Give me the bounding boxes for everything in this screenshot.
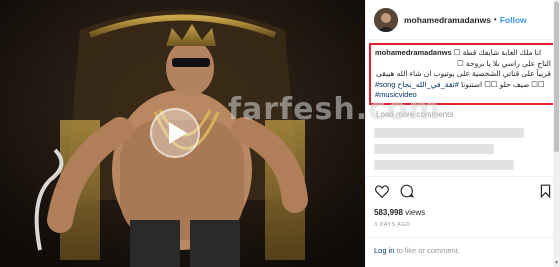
- caption-line-1: mohamedramadanws انا ملك الغابة شايفك قط…: [375, 48, 551, 59]
- scrollbar-thumb[interactable]: [554, 2, 559, 152]
- blurred-comment: [374, 160, 514, 170]
- heart-icon[interactable]: [374, 184, 389, 199]
- post-header: mohamedramadanws • Follow: [366, 0, 560, 40]
- caption-line-4: #song ☐☐ صيف حلو ☐☐ استنونا #ثقة_في_الله…: [375, 80, 551, 91]
- caption-text-2: التاج على راسي بلا يا بروجة ☐: [457, 58, 551, 68]
- scroll-down-icon[interactable]: ▼: [553, 260, 560, 267]
- view-count-number: 583,998: [374, 208, 403, 217]
- post-sidebar: mohamedramadanws • Follow mohamedramadan…: [365, 0, 560, 267]
- caption-text-1: انا ملك الغابة شايفك قطة ☐: [453, 48, 542, 57]
- view-count-label: views: [405, 208, 426, 217]
- post-video[interactable]: [0, 0, 365, 267]
- login-text: to like or comment.: [396, 246, 460, 255]
- hashtag-musicvideo[interactable]: #musicvideo: [375, 90, 417, 99]
- separator-dot: •: [493, 15, 497, 24]
- caption-username[interactable]: mohamedramadanws: [375, 48, 452, 57]
- caption-line-2: التاج على راسي بلا يا بروجة ☐: [375, 59, 551, 70]
- action-icons: [374, 183, 553, 199]
- post-timestamp: 3 DAYS AGO: [374, 222, 411, 228]
- caption-text-4: ☐☐ صيف حلو ☐☐ استنونا: [460, 79, 545, 89]
- login-link[interactable]: Log in: [374, 246, 394, 255]
- caption-text-3: قريباً على قناتي الشخصية على يوتيوب ان ش…: [375, 69, 551, 78]
- bookmark-icon[interactable]: [538, 184, 553, 199]
- hashtag-song[interactable]: #song: [375, 80, 395, 89]
- caption-line-3: قريباً على قناتي الشخصية على يوتيوب ان ش…: [375, 69, 551, 80]
- header-username[interactable]: mohamedramadanws: [404, 15, 491, 25]
- avatar-image: [374, 7, 398, 32]
- play-icon: [168, 122, 187, 144]
- scrollbar[interactable]: ▲ ▼: [553, 0, 560, 267]
- hashtag-arabic[interactable]: #ثقة_في_الله_نجاح: [398, 80, 459, 89]
- play-button[interactable]: [150, 108, 200, 158]
- blurred-comment: [374, 144, 494, 154]
- post-actions: 583,998 views 3 DAYS AGO Log in to like …: [366, 176, 560, 267]
- follow-button[interactable]: Follow: [500, 15, 527, 25]
- load-more-comments[interactable]: Load more comments: [376, 110, 453, 119]
- blurred-comment: [374, 128, 524, 138]
- comment-icon[interactable]: [399, 184, 414, 199]
- avatar[interactable]: [374, 7, 398, 32]
- login-prompt: Log in to like or comment.: [366, 237, 560, 255]
- caption-highlight: mohamedramadanws انا ملك الغابة شايفك قط…: [369, 43, 557, 105]
- view-count: 583,998 views: [374, 208, 553, 217]
- caption-line-5: #musicvideo: [375, 90, 551, 101]
